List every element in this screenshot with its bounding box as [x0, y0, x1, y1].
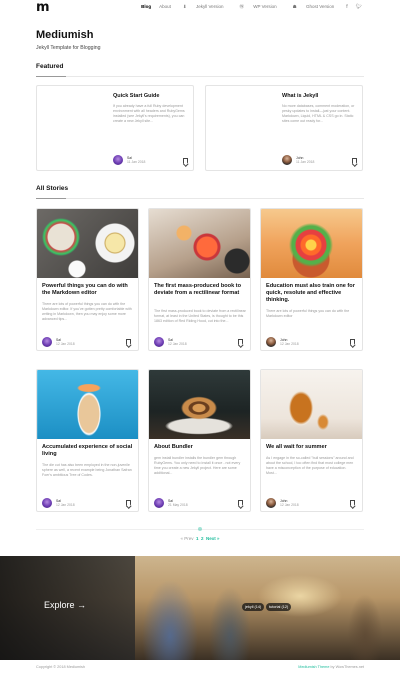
- nav-item-ghost-version[interactable]: ☗ Ghost Version: [285, 4, 343, 10]
- story-card[interactable]: We all wait for summer As I engage in th…: [260, 369, 363, 512]
- featured-card-excerpt: No more databases, comment moderation, o…: [282, 104, 355, 123]
- story-title[interactable]: About Bundler: [154, 444, 246, 451]
- ghost-icon: ☗: [292, 4, 297, 9]
- featured-heading: Featured: [36, 63, 64, 70]
- footer-theme-link[interactable]: Mediumish Theme: [298, 665, 329, 669]
- post-date: 11 Jan 2018: [127, 160, 146, 164]
- story-meta: Sal 12 Jan 2018: [42, 498, 75, 508]
- story-card[interactable]: Powerful things you can do with the Mark…: [36, 208, 139, 351]
- page-title: Mediumish: [36, 29, 94, 41]
- bookmark-icon[interactable]: [350, 500, 355, 506]
- featured-card-title[interactable]: Quick Start Guide: [113, 93, 159, 99]
- story-meta: Sal 21 May 2018: [154, 498, 188, 508]
- bookmark-icon[interactable]: [238, 339, 243, 345]
- explore-banner: Explore → jekyll (14) tutorial (12): [0, 556, 400, 660]
- avatar[interactable]: [282, 155, 292, 165]
- pagination-current: 1: [195, 536, 199, 541]
- post-thumbnail[interactable]: [261, 209, 362, 278]
- tag-tutorial[interactable]: tutorial (12): [266, 603, 292, 611]
- nav-item-wp-version[interactable]: Ⓦ WP Version: [231, 4, 284, 10]
- pagination-page-2[interactable]: 2: [201, 536, 204, 541]
- story-title[interactable]: Education must also train one for quick,…: [266, 283, 358, 304]
- avatar[interactable]: [42, 337, 52, 347]
- bookmark-icon[interactable]: [352, 158, 357, 164]
- story-meta: Sal 12 Jan 2018: [42, 337, 75, 347]
- avatar[interactable]: [113, 155, 123, 165]
- page-subtitle: Jekyll Template for Blogging: [36, 45, 101, 51]
- explore-link[interactable]: Explore →: [44, 600, 86, 610]
- avatar[interactable]: [266, 337, 276, 347]
- featured-divider: [36, 76, 364, 77]
- wordpress-icon: Ⓦ: [239, 4, 244, 9]
- featured-card-excerpt: If you already have a full Ruby developm…: [113, 104, 185, 123]
- avatar[interactable]: [154, 498, 164, 508]
- story-title[interactable]: Accumulated experience of social living: [42, 444, 134, 458]
- nav-item-jekyll-version-label: Jekyll Version: [195, 4, 224, 9]
- post-date: 21 May 2018: [168, 503, 188, 507]
- story-title[interactable]: The first mass-produced book to deviate …: [154, 283, 246, 297]
- avatar[interactable]: [154, 337, 164, 347]
- story-meta: Sal 12 Jan 2018: [154, 337, 187, 347]
- bookmark-icon[interactable]: [238, 500, 243, 506]
- bookmark-icon[interactable]: [126, 339, 131, 345]
- tag-jekyll[interactable]: jekyll (14): [242, 603, 265, 611]
- site-logo[interactable]: m: [36, 1, 50, 14]
- story-card[interactable]: Accumulated experience of social living …: [36, 369, 139, 512]
- all-stories-heading: All Stories: [36, 185, 69, 192]
- bookmark-icon[interactable]: [183, 158, 188, 164]
- story-title[interactable]: We all wait for summer: [266, 444, 358, 451]
- nav-item-ghost-version-label: Ghost Version: [305, 4, 335, 9]
- pagination-next[interactable]: Next »: [206, 536, 220, 541]
- featured-card-meta: John 11 Jan 2018: [282, 155, 314, 165]
- nav-links: Blog About ⬇ Jekyll Version Ⓦ WP Version…: [137, 4, 366, 10]
- featured-card-title[interactable]: What is Jekyll: [282, 93, 318, 99]
- post-date: 12 Jan 2018: [56, 342, 75, 346]
- post-date: 12 Jan 2018: [280, 342, 299, 346]
- bookmark-icon[interactable]: [350, 339, 355, 345]
- avatar[interactable]: [42, 498, 52, 508]
- post-thumbnail[interactable]: [37, 209, 138, 278]
- bookmark-icon[interactable]: [126, 500, 131, 506]
- story-card[interactable]: The first mass-produced book to deviate …: [148, 208, 251, 351]
- nav-item-about[interactable]: About: [155, 4, 175, 10]
- top-navbar: m Blog About ⬇ Jekyll Version Ⓦ WP Versi…: [0, 0, 400, 16]
- story-card[interactable]: About Bundler gem install bundler instal…: [148, 369, 251, 512]
- story-title[interactable]: Powerful things you can do with the Mark…: [42, 283, 134, 297]
- story-excerpt: There are lots of powerful things you ca…: [266, 309, 350, 318]
- post-date: 12 Jan 2018: [56, 503, 75, 507]
- nav-item-blog[interactable]: Blog: [137, 4, 155, 10]
- story-meta: John 12 Jan 2018: [266, 498, 299, 508]
- post-thumbnail[interactable]: [149, 370, 250, 439]
- story-excerpt: The first mass-produced book to deviate …: [154, 309, 246, 323]
- post-date: 12 Jan 2018: [280, 503, 299, 507]
- story-excerpt: As I engage in the so-called "bull sessi…: [266, 456, 354, 475]
- nav-item-jekyll-version[interactable]: ⬇ Jekyll Version: [175, 4, 232, 10]
- footer-credit: Mediumish Theme by WowThemes.net: [298, 665, 364, 669]
- featured-card[interactable]: What is Jekyll No more databases, commen…: [205, 85, 363, 171]
- footer-credit-text: by WowThemes.net: [329, 665, 365, 669]
- story-excerpt: gem install bundler installs the bundler…: [154, 456, 241, 475]
- featured-card[interactable]: Quick Start Guide If you already have a …: [36, 85, 194, 171]
- pagination-prev[interactable]: « Prev: [180, 536, 193, 541]
- story-excerpt: The die cut has also been employed in th…: [42, 463, 132, 477]
- post-date: 11 Jan 2018: [296, 160, 315, 164]
- facebook-icon[interactable]: f: [342, 4, 351, 10]
- featured-card-meta: Sal 11 Jan 2018: [113, 155, 145, 165]
- footer-copyright: Copyright © 2018 Mediumish: [36, 665, 86, 669]
- pagination: « Prev 1 2 Next »: [0, 536, 400, 541]
- post-thumbnail[interactable]: [149, 209, 250, 278]
- all-stories-divider: [36, 198, 364, 199]
- nav-item-wp-version-label: WP Version: [253, 4, 277, 9]
- post-thumbnail[interactable]: [37, 370, 138, 439]
- twitter-icon[interactable]: 🐦︎: [352, 4, 366, 10]
- story-meta: John 12 Jan 2018: [266, 337, 299, 347]
- footer: Copyright © 2018 Mediumish Mediumish The…: [0, 660, 400, 692]
- story-excerpt: There are lots of powerful things you ca…: [42, 302, 132, 321]
- pagination-dot: [198, 527, 202, 531]
- post-date: 12 Jan 2018: [168, 342, 187, 346]
- avatar[interactable]: [266, 498, 276, 508]
- download-icon: ⬇: [182, 4, 187, 9]
- post-thumbnail[interactable]: [261, 370, 362, 439]
- story-card[interactable]: Education must also train one for quick,…: [260, 208, 363, 351]
